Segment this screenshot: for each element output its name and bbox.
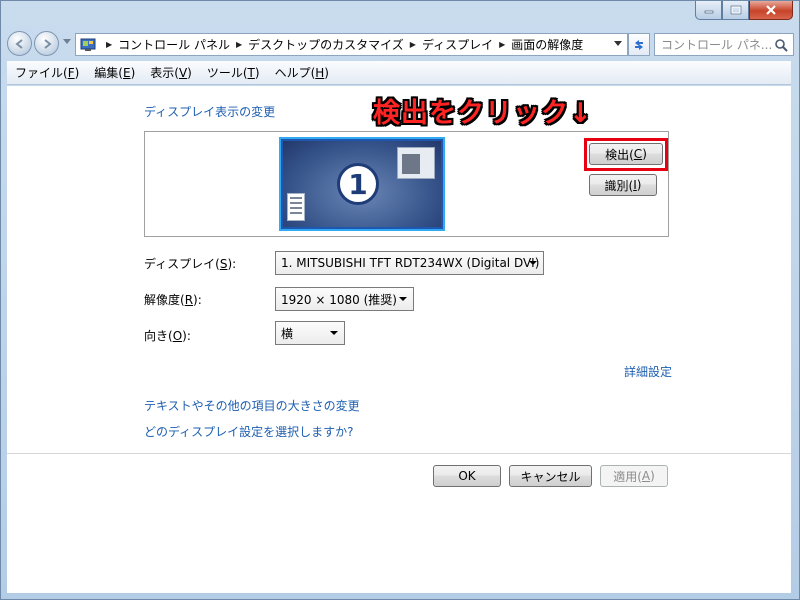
breadcrumb-screen-resolution[interactable]: 画面の解像度 bbox=[511, 36, 583, 53]
monitor-screen: 1 bbox=[283, 141, 441, 227]
address-dropdown-icon[interactable] bbox=[614, 41, 622, 47]
mini-sidebar-preview bbox=[287, 193, 305, 221]
resolution-select[interactable]: 1920 × 1080 (推奨) bbox=[275, 287, 414, 311]
minimize-button[interactable] bbox=[695, 1, 722, 20]
chevron-down-icon bbox=[399, 297, 407, 301]
mini-window-preview bbox=[397, 147, 435, 179]
breadcrumb-separator[interactable]: ▶ bbox=[410, 40, 416, 49]
apply-button[interactable]: 適用(A) bbox=[600, 465, 668, 487]
menu-tools[interactable]: ツール(T) bbox=[207, 64, 260, 81]
breadcrumb-separator[interactable]: ▶ bbox=[106, 40, 112, 49]
history-dropdown-icon[interactable] bbox=[63, 39, 71, 45]
back-button[interactable] bbox=[7, 31, 32, 56]
menu-help[interactable]: ヘルプ(H) bbox=[275, 64, 329, 81]
back-icon bbox=[14, 38, 23, 49]
breadcrumb-separator[interactable]: ▶ bbox=[499, 40, 505, 49]
navigation-row: ▶ コントロール パネル ▶ デスクトップのカスタマイズ ▶ ディスプレイ ▶ 画面の解… bbox=[7, 29, 794, 59]
which-display-settings-link[interactable]: どのディスプレイ設定を選択しますか? bbox=[144, 423, 354, 440]
refresh-icon bbox=[635, 39, 643, 50]
breadcrumb-control-panel[interactable]: コントロール パネル bbox=[118, 36, 230, 53]
search-input[interactable]: コントロール パネ... bbox=[654, 33, 794, 56]
menu-file[interactable]: ファイル(F) bbox=[15, 64, 79, 81]
forward-icon bbox=[43, 38, 52, 49]
maximize-button[interactable] bbox=[722, 1, 749, 20]
minimize-icon bbox=[704, 10, 713, 14]
chevron-down-icon bbox=[529, 261, 537, 265]
address-bar[interactable]: ▶ コントロール パネル ▶ デスクトップのカスタマイズ ▶ ディスプレイ ▶ 画面の解… bbox=[75, 33, 628, 56]
display-select[interactable]: 1. MITSUBISHI TFT RDT234WX (Digital DVI) bbox=[275, 251, 544, 275]
annotation-text: 検出をクリック↓ bbox=[373, 98, 593, 129]
display-select-value: 1. MITSUBISHI TFT RDT234WX (Digital DVI) bbox=[281, 256, 540, 270]
search-icon[interactable] bbox=[774, 38, 788, 52]
ok-button[interactable]: OK bbox=[433, 465, 501, 487]
control-panel-icon bbox=[80, 38, 96, 51]
monitor-number-badge: 1 bbox=[337, 163, 379, 205]
menu-bar: ファイル(F) 編集(E) 表示(V) ツール(T) ヘルプ(H) bbox=[7, 61, 791, 85]
cancel-button[interactable]: キャンセル bbox=[509, 465, 592, 487]
window-frame: ▶ コントロール パネル ▶ デスクトップのカスタマイズ ▶ ディスプレイ ▶ 画面の解… bbox=[0, 0, 800, 600]
menu-view[interactable]: 表示(V) bbox=[150, 64, 192, 81]
detect-button-highlight bbox=[584, 138, 668, 171]
breadcrumb-desktop-customize[interactable]: デスクトップのカスタマイズ bbox=[248, 36, 404, 53]
resolution-select-value: 1920 × 1080 (推奨) bbox=[281, 292, 397, 307]
monitor-1-thumbnail[interactable]: 1 bbox=[279, 137, 445, 231]
resolution-label: 解像度(R): bbox=[144, 293, 202, 307]
maximize-icon bbox=[730, 5, 741, 15]
forward-button[interactable] bbox=[34, 31, 59, 56]
page-title: ディスプレイ表示の変更 bbox=[144, 105, 276, 119]
breadcrumb-display[interactable]: ディスプレイ bbox=[422, 36, 493, 53]
close-icon bbox=[766, 5, 776, 15]
close-button[interactable] bbox=[749, 1, 793, 20]
orientation-select-value: 横 bbox=[281, 326, 294, 341]
text-size-link[interactable]: テキストやその他の項目の大きさの変更 bbox=[144, 397, 360, 414]
search-placeholder: コントロール パネ... bbox=[661, 38, 773, 52]
display-label: ディスプレイ(S): bbox=[144, 257, 237, 271]
advanced-settings-link[interactable]: 詳細設定 bbox=[624, 363, 672, 380]
orientation-label: 向き(O): bbox=[144, 329, 191, 343]
caption-buttons bbox=[695, 1, 793, 20]
orientation-select[interactable]: 横 bbox=[275, 321, 345, 345]
footer-divider bbox=[7, 453, 791, 454]
refresh-button[interactable] bbox=[628, 33, 650, 56]
breadcrumb-separator[interactable]: ▶ bbox=[236, 40, 242, 49]
identify-button[interactable]: 識別(I) bbox=[589, 174, 657, 196]
chevron-down-icon bbox=[330, 331, 338, 335]
menu-edit[interactable]: 編集(E) bbox=[94, 64, 135, 81]
